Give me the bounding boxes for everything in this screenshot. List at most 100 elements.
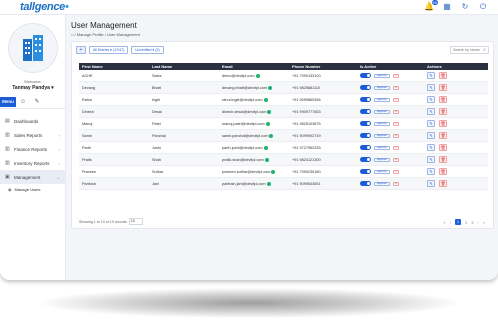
sidebar-item-management[interactable]: ▣ Management ⌄	[0, 170, 66, 184]
approve-button[interactable]: Approve	[374, 145, 390, 150]
sidebar-subitem-manage-users[interactable]: ◉ Manage Users	[0, 184, 66, 194]
page-button[interactable]: 2	[465, 220, 467, 225]
edit-icon[interactable]: ✎	[427, 72, 435, 79]
page-button-current[interactable]: 1	[454, 219, 461, 225]
edit-icon[interactable]: ✎	[427, 168, 435, 175]
active-toggle[interactable]	[360, 157, 371, 162]
last-page-button[interactable]: »	[483, 220, 485, 225]
active-toggle[interactable]	[360, 181, 371, 186]
column-header[interactable]: Is Active	[357, 63, 424, 70]
table-row[interactable]: ACHE Sales demo@devitpl.com +91 7990133100 A…	[79, 70, 488, 82]
reject-button[interactable]: ✕	[392, 97, 399, 102]
app-logo[interactable]: tallgence•	[20, 1, 69, 13]
delete-icon[interactable]: 🗑	[439, 72, 447, 79]
approve-button[interactable]: Approve	[374, 85, 390, 90]
refresh-icon[interactable]: ↻	[460, 2, 470, 12]
table-row[interactable]: Rahul Ingle rahul.ingle@devitpl.com +91 909…	[79, 93, 488, 106]
next-page-button[interactable]: ›	[477, 220, 478, 225]
active-toggle[interactable]	[360, 169, 371, 174]
active-toggle[interactable]	[360, 109, 371, 114]
filter-all-entries[interactable]: All Entries ▾ (17/47)	[89, 46, 129, 54]
search-box[interactable]: ⌕	[450, 46, 489, 54]
reject-button[interactable]: ✕	[392, 133, 399, 138]
reject-button[interactable]: ✕	[392, 145, 399, 150]
edit-icon[interactable]: ✎	[427, 180, 435, 187]
first-page-button[interactable]: «	[443, 220, 445, 225]
delete-icon[interactable]: 🗑	[439, 168, 447, 175]
delete-icon[interactable]: 🗑	[439, 132, 447, 139]
approve-button[interactable]: Approve	[374, 133, 390, 138]
top-bar: tallgence• 🔔 99 ▦ ↻ ⏻	[0, 0, 498, 15]
delete-icon[interactable]: 🗑	[439, 156, 447, 163]
table-row[interactable]: Pratik Shah pratik.shah@devitpl.com +91 982…	[79, 153, 488, 166]
logout-icon[interactable]: ⏻	[478, 2, 488, 12]
add-user-button[interactable]: +	[76, 46, 86, 54]
page-size-select[interactable]: 10	[128, 218, 143, 225]
table-row[interactable]: Devang Bhatt devang.bhatt@devitpl.com +91 9…	[79, 81, 488, 94]
edit-icon[interactable]: ✎	[427, 120, 435, 127]
chart-icon: ▥	[5, 132, 10, 138]
delete-icon[interactable]: 🗑	[439, 84, 447, 91]
table-row[interactable]: Paritosh Jani paritosh.jani@devitpl.com +91…	[79, 177, 488, 190]
approve-button[interactable]: Approve	[374, 73, 390, 78]
grid-icon[interactable]: ▦	[442, 2, 452, 12]
reject-button[interactable]: ✕	[392, 85, 399, 90]
tab-menu[interactable]: Menu	[0, 97, 16, 107]
tab-tools-icon[interactable]: ✎	[30, 97, 44, 107]
cell-last-name: Shah	[149, 153, 219, 166]
user-menu[interactable]: Tanmay Pandya ▾	[0, 85, 66, 91]
table-row[interactable]: Parth Joshi parth.joshi@devitpl.com +91 972…	[79, 141, 488, 154]
table-row[interactable]: Praveen Suthar praveen.suthar@devitpl.com +…	[79, 165, 488, 178]
approve-button[interactable]: Approve	[374, 109, 390, 114]
reject-button[interactable]: ✕	[392, 169, 399, 174]
approve-button[interactable]: Approve	[374, 181, 390, 186]
edit-icon[interactable]: ✎	[427, 132, 435, 139]
delete-icon[interactable]: 🗑	[439, 108, 447, 115]
sidebar-item-inventory-reports[interactable]: ▥ Inventory Reports ›	[0, 156, 66, 170]
column-header[interactable]: Last Name	[149, 63, 219, 70]
column-header[interactable]: First Name	[79, 63, 149, 70]
sidebar-item-sales-reports[interactable]: ▥ Sales Reports ›	[0, 128, 66, 142]
search-input[interactable]	[453, 48, 481, 52]
reject-button[interactable]: ✕	[392, 109, 399, 114]
table-row[interactable]: Dinesh Desai dinesh.desai@devitpl.com +91 9…	[79, 105, 488, 118]
edit-icon[interactable]: ✎	[427, 84, 435, 91]
reject-button[interactable]: ✕	[392, 121, 399, 126]
avatar[interactable]	[8, 23, 58, 73]
approve-button[interactable]: Approve	[374, 121, 390, 126]
active-toggle[interactable]	[360, 133, 371, 138]
notification-bell-icon[interactable]: 🔔 99	[424, 0, 438, 12]
delete-icon[interactable]: 🗑	[439, 120, 447, 127]
active-toggle[interactable]	[360, 85, 371, 90]
column-header[interactable]: Phone Number	[289, 63, 357, 70]
approve-button[interactable]: Approve	[374, 97, 390, 102]
delete-icon[interactable]: 🗑	[439, 144, 447, 151]
table-row[interactable]: Samir Panchal samir.panchal@devitpl.com +91…	[79, 129, 488, 142]
delete-icon[interactable]: 🗑	[439, 96, 447, 103]
active-toggle[interactable]	[360, 97, 371, 102]
edit-icon[interactable]: ✎	[427, 156, 435, 163]
sidebar-item-dashboards[interactable]: ▤ Dashboards	[0, 114, 66, 128]
active-toggle[interactable]	[360, 121, 371, 126]
reject-button[interactable]: ✕	[392, 181, 399, 186]
approve-button[interactable]: Approve	[374, 157, 390, 162]
edit-icon[interactable]: ✎	[427, 108, 435, 115]
approve-button[interactable]: Approve	[374, 169, 390, 174]
active-toggle[interactable]	[360, 145, 371, 150]
sidebar-item-finance-reports[interactable]: ▥ Finance Reports ›	[0, 142, 66, 156]
edit-icon[interactable]: ✎	[427, 144, 435, 151]
search-icon[interactable]: ⌕	[483, 47, 486, 53]
breadcrumb[interactable]: ⌂ / Manage Profile / User Management	[71, 32, 140, 37]
cell-actions: ✎ 🗑	[424, 81, 488, 94]
filter-unverified[interactable]: Unverified ▾ (2)	[131, 46, 164, 54]
column-header[interactable]: Email	[219, 63, 289, 70]
page-button[interactable]: 3	[471, 220, 473, 225]
tab-favorites-icon[interactable]: ☺	[16, 97, 30, 107]
table-row[interactable]: Manoj Patel manoj.patel@devitpl.com +91 982…	[79, 117, 488, 130]
reject-button[interactable]: ✕	[392, 157, 399, 162]
delete-icon[interactable]: 🗑	[439, 180, 447, 187]
active-toggle[interactable]	[360, 73, 371, 78]
reject-button[interactable]: ✕	[392, 73, 399, 78]
edit-icon[interactable]: ✎	[427, 96, 435, 103]
prev-page-button[interactable]: ‹	[450, 220, 451, 225]
